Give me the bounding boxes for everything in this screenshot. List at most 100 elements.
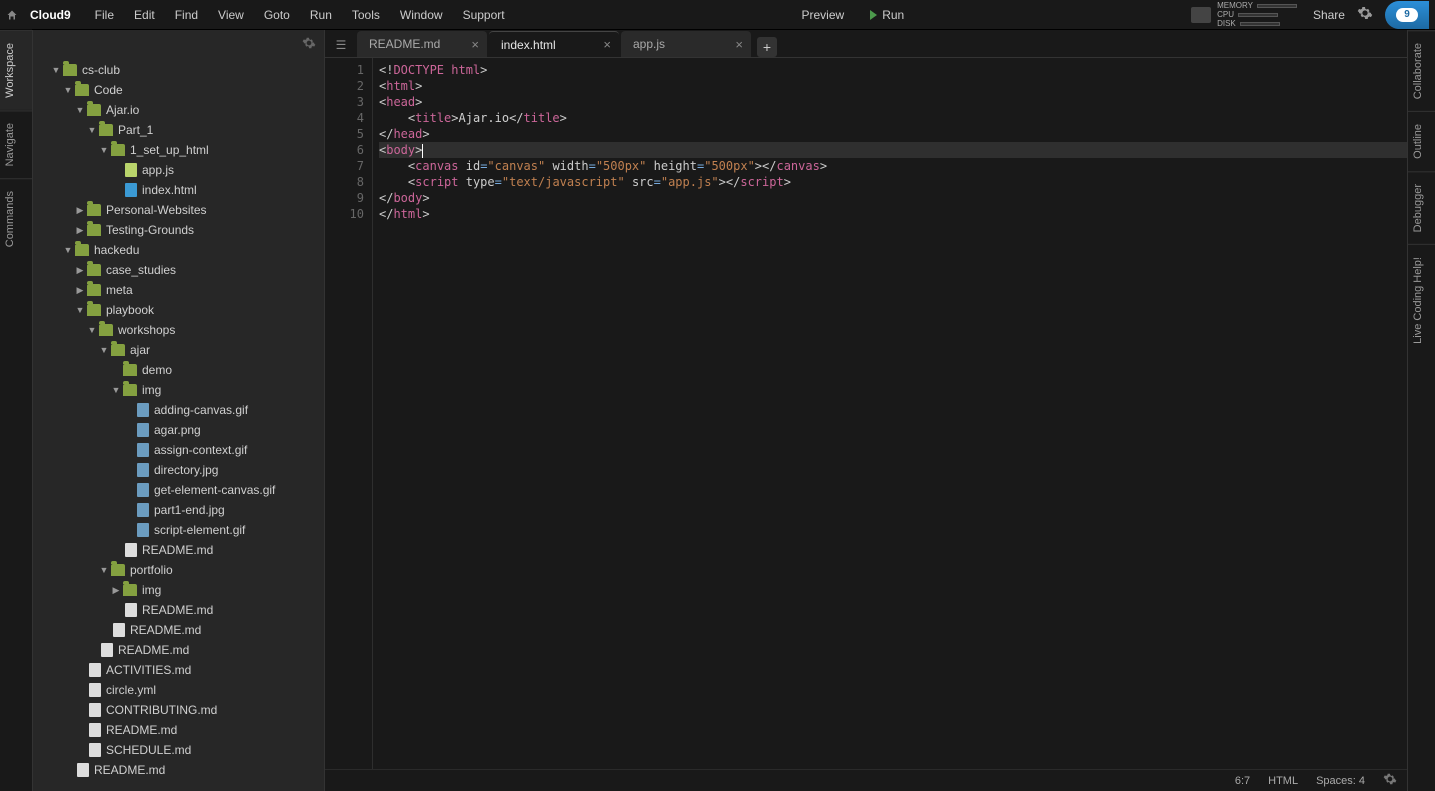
tree-folder[interactable]: ajar: [33, 340, 324, 360]
left-rail-commands[interactable]: Commands: [0, 178, 32, 259]
code-line[interactable]: <body>: [379, 142, 1407, 158]
tree-file[interactable]: README.md: [33, 720, 324, 740]
code-line[interactable]: <!DOCTYPE html>: [379, 62, 1407, 78]
tree-file[interactable]: agar.png: [33, 420, 324, 440]
left-rail-navigate[interactable]: Navigate: [0, 110, 32, 178]
tree-file[interactable]: README.md: [33, 620, 324, 640]
code-body[interactable]: <!DOCTYPE html><html><head> <title>Ajar.…: [373, 58, 1407, 769]
code-line[interactable]: <script type="text/javascript" src="app.…: [379, 174, 1407, 190]
logo[interactable]: Cloud9: [26, 8, 75, 22]
tree-file[interactable]: README.md: [33, 600, 324, 620]
code-line[interactable]: <html>: [379, 78, 1407, 94]
run-button[interactable]: Run: [862, 4, 912, 26]
caret-icon[interactable]: [99, 565, 109, 575]
right-rail-outline[interactable]: Outline: [1408, 111, 1435, 171]
left-rail-workspace[interactable]: Workspace: [0, 30, 32, 110]
menu-tools[interactable]: Tools: [342, 4, 390, 26]
tree-file[interactable]: directory.jpg: [33, 460, 324, 480]
tree-file[interactable]: CONTRIBUTING.md: [33, 700, 324, 720]
tab-readme-md[interactable]: README.md×: [357, 31, 487, 57]
tree-folder[interactable]: 1_set_up_html: [33, 140, 324, 160]
tree-file[interactable]: README.md: [33, 760, 324, 780]
tree-folder[interactable]: portfolio: [33, 560, 324, 580]
tree-file[interactable]: script-element.gif: [33, 520, 324, 540]
caret-icon[interactable]: [75, 285, 85, 296]
tree-folder[interactable]: Personal-Websites: [33, 200, 324, 220]
tree-folder[interactable]: meta: [33, 280, 324, 300]
right-rail-debugger[interactable]: Debugger: [1408, 171, 1435, 244]
menu-file[interactable]: File: [85, 4, 124, 26]
menu-find[interactable]: Find: [165, 4, 208, 26]
code-line[interactable]: </html>: [379, 206, 1407, 222]
caret-icon[interactable]: [87, 125, 97, 135]
tree-folder[interactable]: workshops: [33, 320, 324, 340]
right-rail-collaborate[interactable]: Collaborate: [1408, 30, 1435, 111]
tree-folder[interactable]: Part_1: [33, 120, 324, 140]
file-tree[interactable]: cs-clubCodeAjar.ioPart_11_set_up_htmlapp…: [33, 58, 324, 791]
code-line[interactable]: <title>Ajar.io</title>: [379, 110, 1407, 126]
stats-icon[interactable]: [1191, 7, 1211, 23]
menu-run[interactable]: Run: [300, 4, 342, 26]
caret-icon[interactable]: [75, 225, 85, 236]
tree-folder[interactable]: cs-club: [33, 60, 324, 80]
tree-file[interactable]: README.md: [33, 640, 324, 660]
caret-icon[interactable]: [99, 145, 109, 155]
tree-file[interactable]: adding-canvas.gif: [33, 400, 324, 420]
sidebar-toggle-icon[interactable]: ☰: [329, 33, 353, 57]
right-rail-live-coding-help-[interactable]: Live Coding Help!: [1408, 244, 1435, 356]
tree-folder[interactable]: Code: [33, 80, 324, 100]
caret-icon[interactable]: [75, 305, 85, 315]
caret-icon[interactable]: [63, 85, 73, 95]
close-icon[interactable]: ×: [471, 37, 479, 52]
caret-icon[interactable]: [99, 345, 109, 355]
menu-edit[interactable]: Edit: [124, 4, 165, 26]
code-line[interactable]: <head>: [379, 94, 1407, 110]
code-line[interactable]: </body>: [379, 190, 1407, 206]
code-editor[interactable]: 12345678910 <!DOCTYPE html><html><head> …: [325, 58, 1407, 769]
caret-icon[interactable]: [111, 585, 121, 596]
caret-icon[interactable]: [75, 265, 85, 276]
code-line[interactable]: </head>: [379, 126, 1407, 142]
menu-goto[interactable]: Goto: [254, 4, 300, 26]
caret-icon[interactable]: [87, 325, 97, 335]
tab-add-button[interactable]: +: [757, 37, 777, 57]
tree-file[interactable]: get-element-canvas.gif: [33, 480, 324, 500]
menu-view[interactable]: View: [208, 4, 254, 26]
tree-file[interactable]: ACTIVITIES.md: [33, 660, 324, 680]
close-icon[interactable]: ×: [603, 37, 611, 52]
tree-folder[interactable]: playbook: [33, 300, 324, 320]
caret-icon[interactable]: [111, 385, 121, 395]
tree-file[interactable]: app.js: [33, 160, 324, 180]
status-gear-icon[interactable]: [1383, 772, 1397, 789]
tree-folder[interactable]: demo: [33, 360, 324, 380]
tree-folder[interactable]: img: [33, 580, 324, 600]
tree-folder[interactable]: Ajar.io: [33, 100, 324, 120]
tree-file[interactable]: README.md: [33, 540, 324, 560]
tree-folder[interactable]: hackedu: [33, 240, 324, 260]
tree-file[interactable]: SCHEDULE.md: [33, 740, 324, 760]
tree-file[interactable]: assign-context.gif: [33, 440, 324, 460]
cloud9-badge[interactable]: 9: [1385, 1, 1429, 29]
share-button[interactable]: Share: [1307, 8, 1351, 22]
tree-folder[interactable]: img: [33, 380, 324, 400]
caret-icon[interactable]: [75, 205, 85, 216]
status-spaces[interactable]: Spaces: 4: [1316, 775, 1365, 787]
caret-icon[interactable]: [63, 245, 73, 255]
caret-icon[interactable]: [75, 105, 85, 115]
code-line[interactable]: <canvas id="canvas" width="500px" height…: [379, 158, 1407, 174]
tree-folder[interactable]: Testing-Grounds: [33, 220, 324, 240]
menu-window[interactable]: Window: [390, 4, 453, 26]
tree-file[interactable]: index.html: [33, 180, 324, 200]
tab-index-html[interactable]: index.html×: [489, 31, 619, 57]
tab-app-js[interactable]: app.js×: [621, 31, 751, 57]
tree-file[interactable]: part1-end.jpg: [33, 500, 324, 520]
caret-icon[interactable]: [51, 65, 61, 75]
home-icon[interactable]: [6, 8, 20, 22]
tree-file[interactable]: circle.yml: [33, 680, 324, 700]
gear-icon[interactable]: [1357, 5, 1373, 24]
sidebar-gear-icon[interactable]: [302, 36, 316, 53]
tree-folder[interactable]: case_studies: [33, 260, 324, 280]
menu-support[interactable]: Support: [453, 4, 515, 26]
preview-button[interactable]: Preview: [794, 4, 853, 26]
close-icon[interactable]: ×: [735, 37, 743, 52]
